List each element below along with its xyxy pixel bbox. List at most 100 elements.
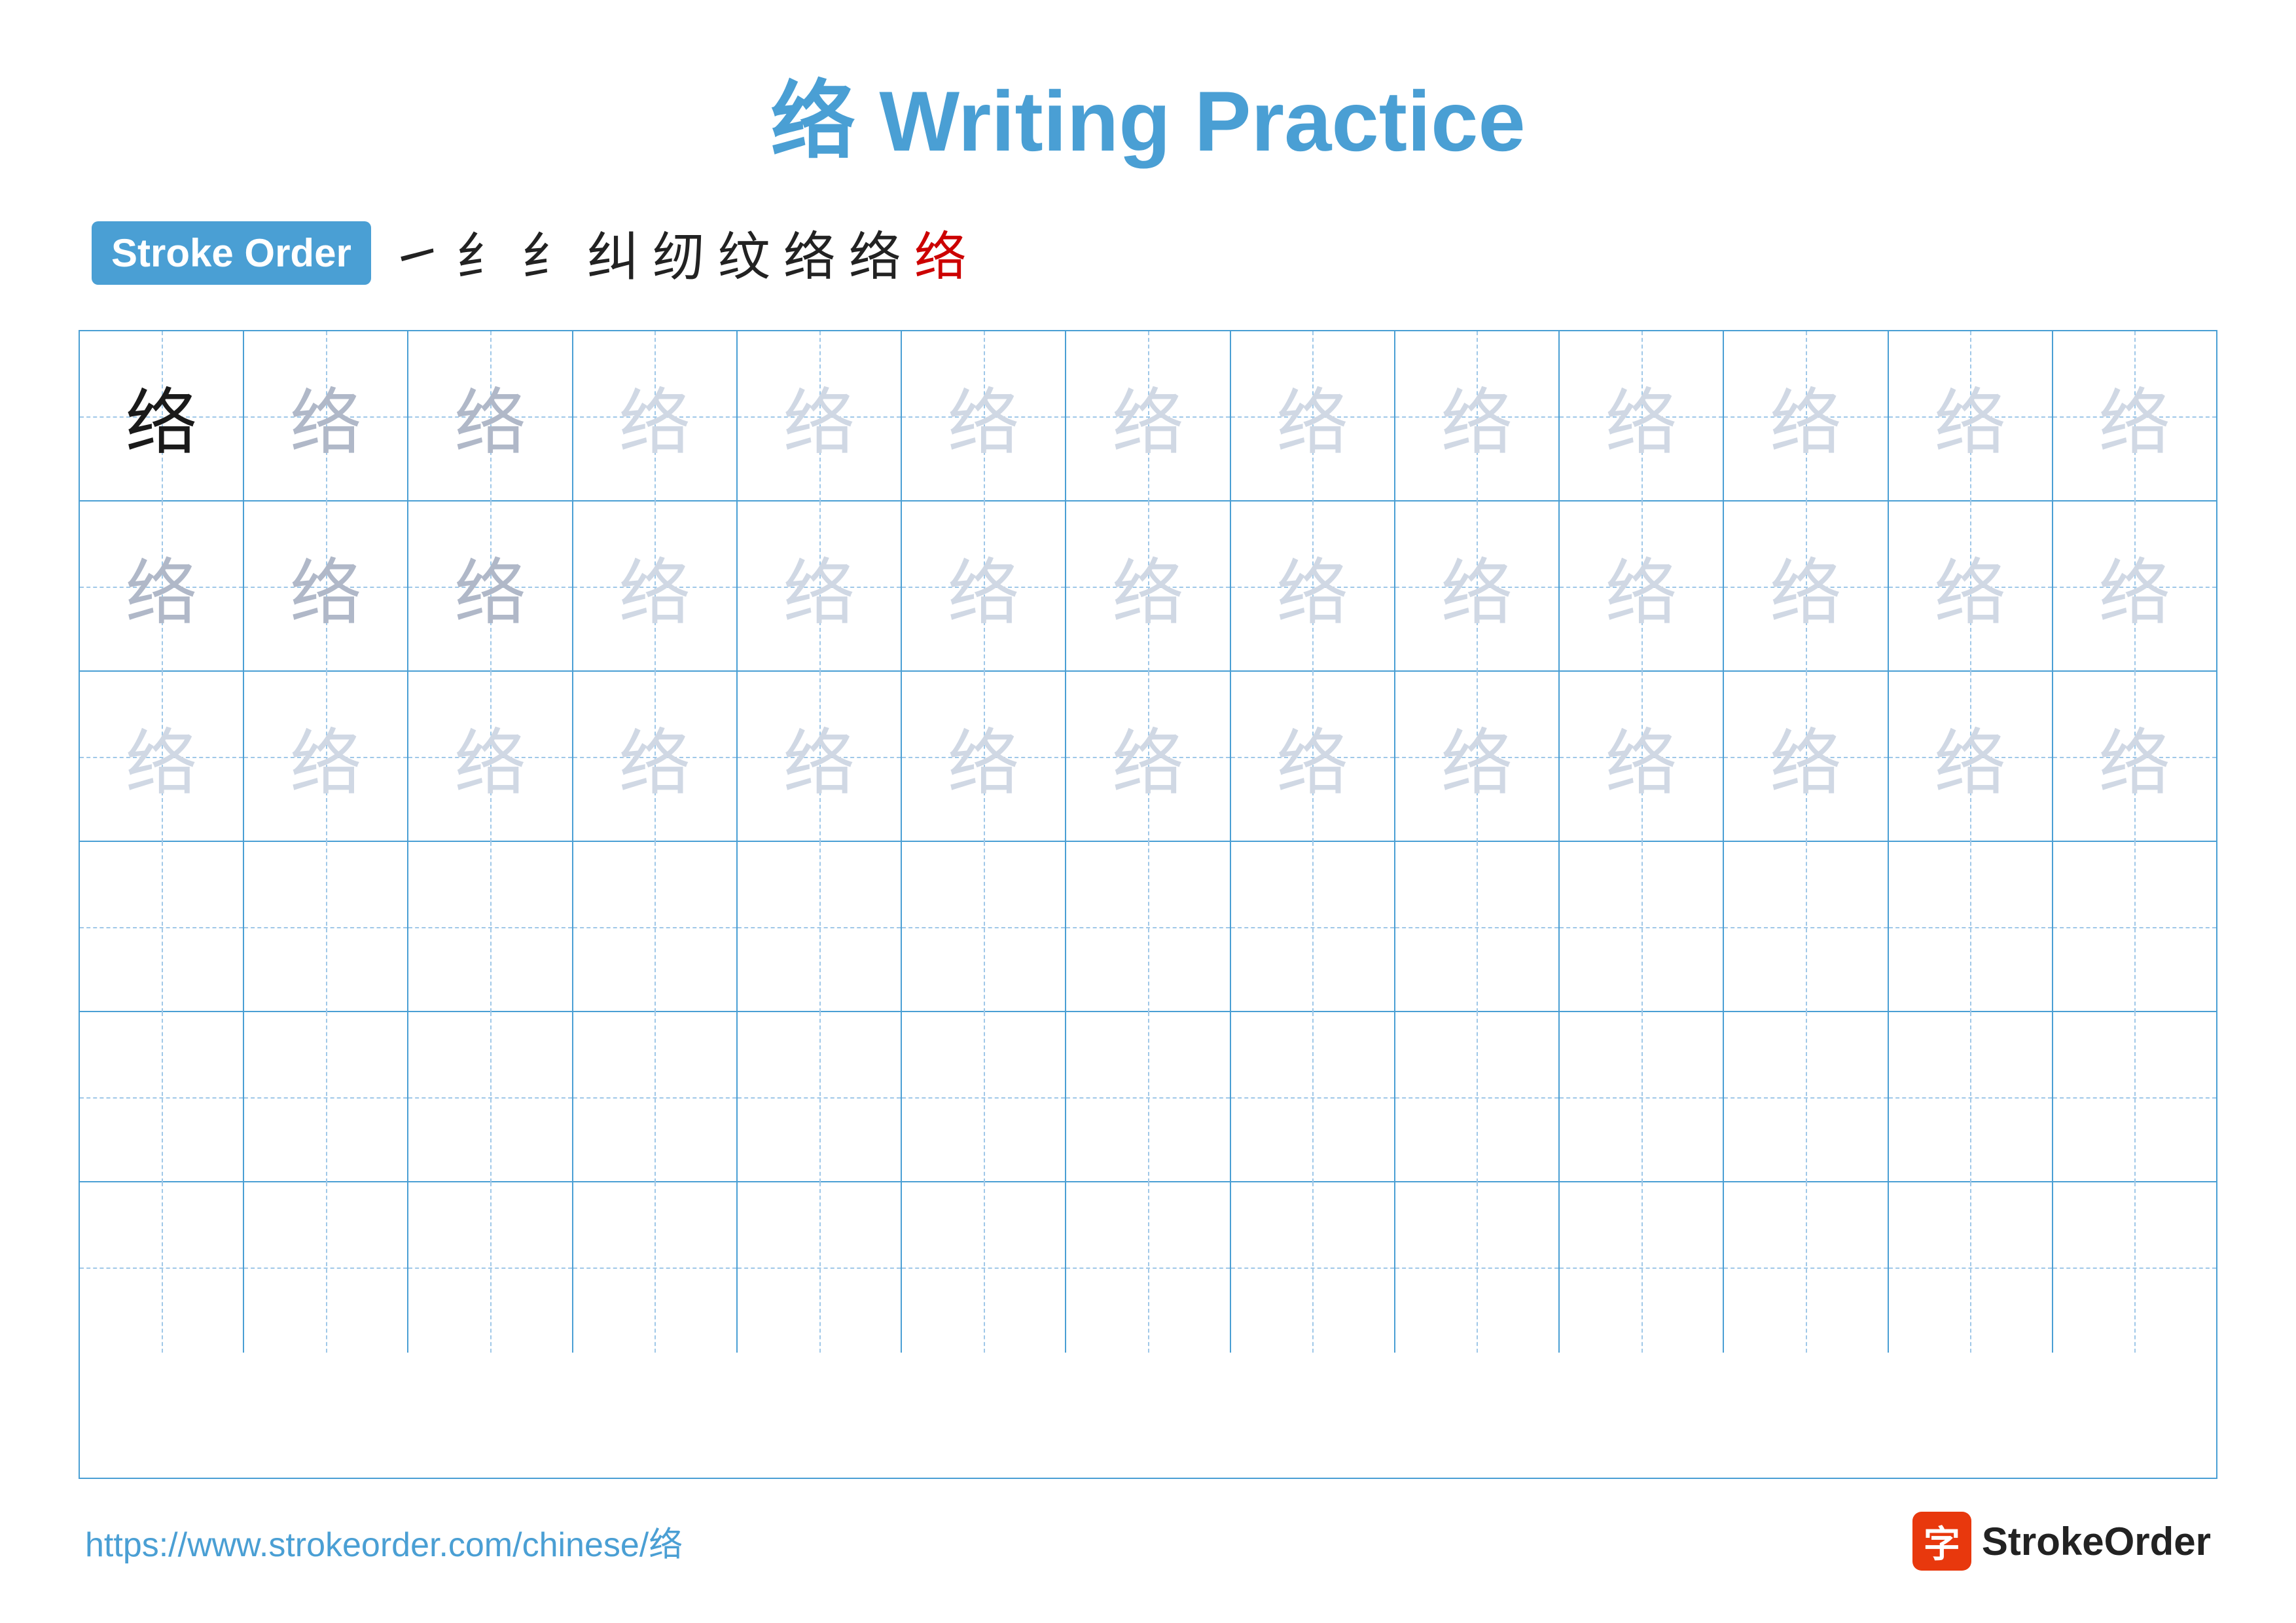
grid-cell-1-5[interactable]: 络	[902, 501, 1066, 672]
cell-character: 络	[1770, 704, 1842, 809]
grid-cell-3-11[interactable]	[1889, 842, 2053, 1012]
grid-cell-0-1[interactable]: 络	[244, 331, 408, 501]
grid-cell-0-12[interactable]: 络	[2053, 331, 2216, 501]
grid-cell-4-2[interactable]	[408, 1012, 573, 1182]
grid-cell-5-3[interactable]	[573, 1182, 738, 1353]
grid-cell-5-4[interactable]	[738, 1182, 902, 1353]
grid-cell-2-8[interactable]: 络	[1395, 672, 1560, 842]
grid-cell-2-10[interactable]: 络	[1724, 672, 1888, 842]
grid-cell-4-6[interactable]	[1066, 1012, 1230, 1182]
grid-cell-1-3[interactable]: 络	[573, 501, 738, 672]
grid-cell-4-12[interactable]	[2053, 1012, 2216, 1182]
grid-cell-2-5[interactable]: 络	[902, 672, 1066, 842]
grid-cell-3-5[interactable]	[902, 842, 1066, 1012]
grid-cell-2-12[interactable]: 络	[2053, 672, 2216, 842]
grid-cell-3-6[interactable]	[1066, 842, 1230, 1012]
grid-cell-0-11[interactable]: 络	[1889, 331, 2053, 501]
grid-cell-5-7[interactable]	[1231, 1182, 1395, 1353]
grid-cell-2-2[interactable]: 络	[408, 672, 573, 842]
stroke-step-1: 纟	[456, 215, 509, 291]
grid-cell-1-2[interactable]: 络	[408, 501, 573, 672]
grid-cell-4-10[interactable]	[1724, 1012, 1888, 1182]
grid-cell-0-10[interactable]: 络	[1724, 331, 1888, 501]
grid-cell-5-8[interactable]	[1395, 1182, 1560, 1353]
grid-cell-0-9[interactable]: 络	[1560, 331, 1724, 501]
grid-cell-3-1[interactable]	[244, 842, 408, 1012]
cell-character: 络	[1441, 534, 1513, 639]
grid-cell-2-7[interactable]: 络	[1231, 672, 1395, 842]
grid-cell-2-9[interactable]: 络	[1560, 672, 1724, 842]
grid-cell-2-11[interactable]: 络	[1889, 672, 2053, 842]
grid-cell-3-9[interactable]	[1560, 842, 1724, 1012]
grid-cell-5-1[interactable]	[244, 1182, 408, 1353]
cell-character: 络	[1276, 704, 1348, 809]
cell-character: 络	[1934, 364, 2006, 469]
stroke-step-8: 络	[914, 215, 967, 291]
grid-cell-3-12[interactable]	[2053, 842, 2216, 1012]
grid-cell-0-2[interactable]: 络	[408, 331, 573, 501]
grid-cell-4-3[interactable]	[573, 1012, 738, 1182]
grid-cell-3-4[interactable]	[738, 842, 902, 1012]
grid-cell-0-7[interactable]: 络	[1231, 331, 1395, 501]
grid-cell-4-9[interactable]	[1560, 1012, 1724, 1182]
grid-cell-3-7[interactable]	[1231, 842, 1395, 1012]
cell-character: 络	[2098, 534, 2170, 639]
grid-cell-0-3[interactable]: 络	[573, 331, 738, 501]
grid-cell-1-11[interactable]: 络	[1889, 501, 2053, 672]
grid-cell-5-2[interactable]	[408, 1182, 573, 1353]
grid-cell-5-6[interactable]	[1066, 1182, 1230, 1353]
grid-cell-0-6[interactable]: 络	[1066, 331, 1230, 501]
grid-cell-5-9[interactable]	[1560, 1182, 1724, 1353]
grid-cell-0-5[interactable]: 络	[902, 331, 1066, 501]
stroke-step-3: 纠	[587, 215, 639, 291]
grid-cell-3-2[interactable]	[408, 842, 573, 1012]
grid-cell-3-0[interactable]	[80, 842, 244, 1012]
grid-cell-3-10[interactable]	[1724, 842, 1888, 1012]
grid-cell-4-11[interactable]	[1889, 1012, 2053, 1182]
stroke-step-7: 络	[849, 215, 901, 291]
grid-cell-3-8[interactable]	[1395, 842, 1560, 1012]
footer-url: https://www.strokeorder.com/chinese/络	[85, 1517, 683, 1566]
cell-character: 络	[1276, 364, 1348, 469]
grid-cell-5-11[interactable]	[1889, 1182, 2053, 1353]
grid-cell-1-0[interactable]: 络	[80, 501, 244, 672]
grid-cell-0-4[interactable]: 络	[738, 331, 902, 501]
grid-cell-1-12[interactable]: 络	[2053, 501, 2216, 672]
grid-cell-4-5[interactable]	[902, 1012, 1066, 1182]
grid-cell-2-1[interactable]: 络	[244, 672, 408, 842]
grid-cell-2-4[interactable]: 络	[738, 672, 902, 842]
grid-cell-2-0[interactable]: 络	[80, 672, 244, 842]
cell-character: 络	[126, 534, 198, 639]
grid-cell-2-6[interactable]: 络	[1066, 672, 1230, 842]
page-title: 络 Writing Practice	[770, 52, 1525, 175]
cell-character: 络	[948, 704, 1020, 809]
grid-cell-1-8[interactable]: 络	[1395, 501, 1560, 672]
grid-cell-0-8[interactable]: 络	[1395, 331, 1560, 501]
logo-text: StrokeOrder	[1982, 1519, 2211, 1564]
cell-character: 络	[783, 364, 855, 469]
grid-cell-5-5[interactable]	[902, 1182, 1066, 1353]
grid-cell-1-9[interactable]: 络	[1560, 501, 1724, 672]
grid-cell-4-1[interactable]	[244, 1012, 408, 1182]
grid-cell-1-7[interactable]: 络	[1231, 501, 1395, 672]
cell-character: 络	[1770, 534, 1842, 639]
cell-character: 络	[290, 704, 362, 809]
grid-cell-1-6[interactable]: 络	[1066, 501, 1230, 672]
grid-cell-1-10[interactable]: 络	[1724, 501, 1888, 672]
grid-cell-0-0[interactable]: 络	[80, 331, 244, 501]
grid-cell-1-1[interactable]: 络	[244, 501, 408, 672]
grid-cell-2-3[interactable]: 络	[573, 672, 738, 842]
grid-cell-5-12[interactable]	[2053, 1182, 2216, 1353]
grid-cell-4-0[interactable]	[80, 1012, 244, 1182]
stroke-step-0: ㇀	[391, 215, 443, 291]
grid-cell-5-10[interactable]	[1724, 1182, 1888, 1353]
grid-cell-3-3[interactable]	[573, 842, 738, 1012]
grid-cell-4-4[interactable]	[738, 1012, 902, 1182]
grid-cell-5-0[interactable]	[80, 1182, 244, 1353]
grid-cell-1-4[interactable]: 络	[738, 501, 902, 672]
grid-cell-4-8[interactable]	[1395, 1012, 1560, 1182]
grid-row-4	[80, 1012, 2216, 1182]
grid-cell-4-7[interactable]	[1231, 1012, 1395, 1182]
cell-character: 络	[454, 364, 526, 469]
cell-character: 络	[126, 704, 198, 809]
